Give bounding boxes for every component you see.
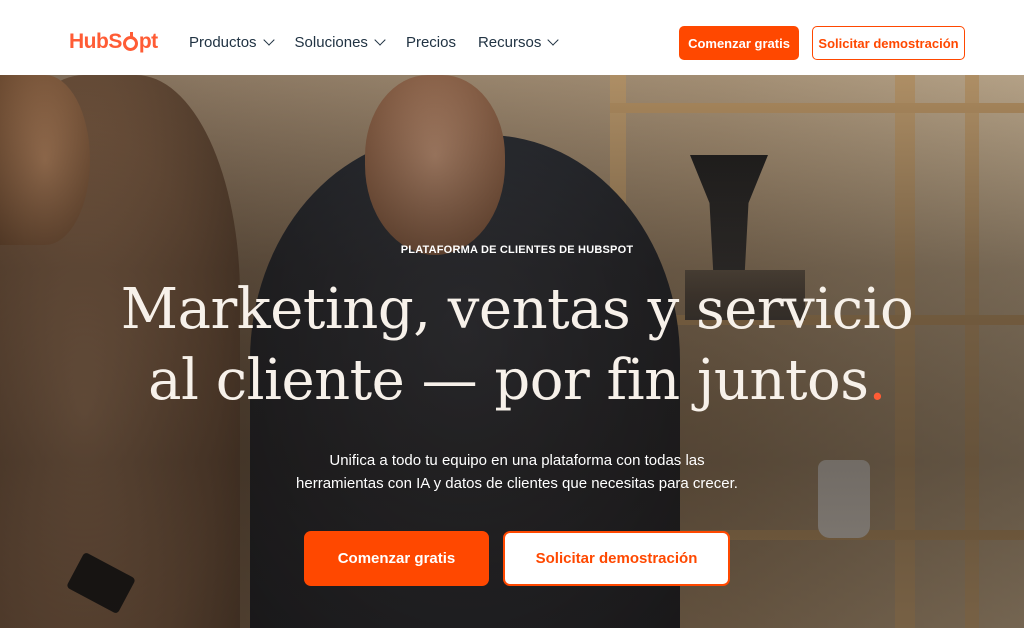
chevron-down-icon bbox=[547, 34, 559, 46]
chevron-down-icon bbox=[262, 34, 275, 46]
headline-dot: . bbox=[868, 347, 887, 413]
hero-start-free-button[interactable]: Comenzar gratis bbox=[304, 531, 489, 586]
main-menu: Productos Soluciones Precios Recursos bbox=[189, 34, 579, 51]
hero-headline: Marketing, ventas y servicio al cliente … bbox=[0, 275, 1024, 416]
menu-item-precios[interactable]: Precios bbox=[406, 34, 456, 51]
subtitle-line-1: Unifica a todo tu equipo en una platafor… bbox=[329, 452, 705, 469]
menu-item-soluciones[interactable]: Soluciones bbox=[294, 34, 386, 51]
headline-line-2: al cliente — por fin juntos. bbox=[0, 346, 1024, 417]
menu-label: Recursos bbox=[477, 34, 542, 51]
logo-text-hub: Hub bbox=[69, 30, 109, 53]
chevron-down-icon bbox=[374, 34, 386, 46]
sprocket-icon bbox=[122, 31, 138, 51]
hubspot-logo[interactable]: Hub Spt bbox=[69, 30, 158, 54]
subtitle-line-2: herramientas con IA y datos de clientes … bbox=[296, 475, 738, 492]
headline-line-2-text: al cliente — por fin juntos bbox=[148, 347, 869, 413]
nav-request-demo-button[interactable]: Solicitar demostración bbox=[812, 26, 965, 60]
menu-label: Productos bbox=[189, 34, 257, 51]
menu-label: Soluciones bbox=[294, 34, 368, 51]
menu-item-recursos[interactable]: Recursos bbox=[477, 34, 559, 51]
hero-request-demo-button[interactable]: Solicitar demostración bbox=[503, 531, 730, 586]
headline-line-1: Marketing, ventas y servicio bbox=[120, 277, 914, 342]
logo-text-pt: pt bbox=[138, 30, 158, 53]
hero-subtitle: Unifica a todo tu equipo en una platafor… bbox=[0, 449, 1024, 495]
nav-start-free-button[interactable]: Comenzar gratis bbox=[679, 26, 799, 60]
hero-eyebrow: PLATAFORMA DE CLIENTES DE HUBSPOT bbox=[400, 244, 634, 256]
top-navigation: Hub Spt Productos Soluciones Precios Recu… bbox=[0, 0, 1024, 75]
menu-label: Precios bbox=[405, 34, 456, 51]
menu-item-productos[interactable]: Productos bbox=[189, 34, 275, 51]
